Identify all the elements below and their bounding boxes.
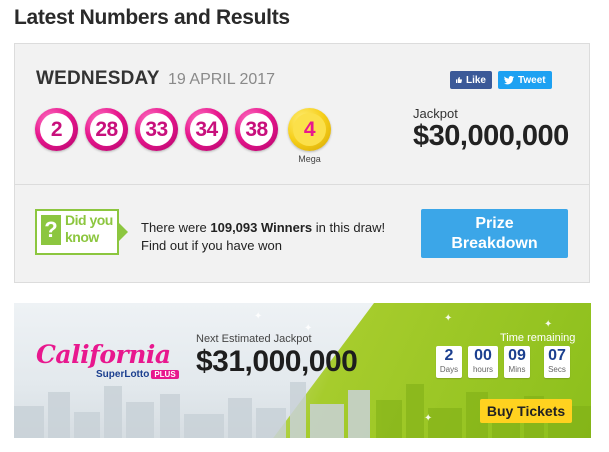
next-jackpot-value: $31,000,000 (196, 345, 358, 378)
california-logo: California (36, 340, 171, 369)
jackpot-label: Jackpot (413, 106, 458, 121)
winners-count: 109,093 Winners (210, 220, 313, 235)
did-you-know-badge: ? Did you know (35, 209, 129, 255)
thumbs-up-icon (456, 77, 462, 83)
countdown-days: 2 Days (436, 346, 462, 378)
superlotto-plus-logo: SuperLotto PLUS (96, 369, 179, 380)
results-card: WEDNESDAY 19 APRIL 2017 Like Tweet 2 28 … (14, 43, 590, 283)
number-ball: 28 (85, 108, 128, 151)
sparkle-icon: ✦ (424, 413, 433, 424)
page-title: Latest Numbers and Results (14, 6, 290, 29)
facebook-like-button[interactable]: Like (450, 71, 492, 89)
twitter-bird-icon (504, 76, 514, 85)
winners-info: There were 109,093 Winners in this draw! (141, 220, 386, 235)
tweet-label: Tweet (518, 74, 546, 86)
number-ball: 2 (35, 108, 78, 151)
divider (15, 184, 589, 185)
buy-tickets-button[interactable]: Buy Tickets (480, 399, 572, 423)
next-draw-banner: ✦ ✦ ✦ ✦ ✦ California SuperLotto PLUS Next… (14, 303, 591, 438)
like-label: Like (465, 74, 486, 86)
number-ball: 38 (235, 108, 278, 151)
question-mark-icon: ? (41, 215, 61, 245)
mega-label: Mega (298, 154, 321, 164)
next-jackpot-label: Next Estimated Jackpot (196, 333, 312, 345)
draw-date: WEDNESDAY 19 APRIL 2017 (36, 68, 275, 90)
did-you-know-text: Did you know (65, 212, 113, 245)
number-ball: 34 (185, 108, 228, 151)
tweet-button[interactable]: Tweet (498, 71, 552, 89)
find-out-text: Find out if you have won (141, 238, 282, 253)
countdown-hours: 00 hours (468, 346, 498, 378)
time-remaining-label: Time remaining (500, 332, 576, 344)
number-ball: 33 (135, 108, 178, 151)
countdown-seconds: 07 Secs (544, 346, 570, 378)
draw-day: WEDNESDAY (36, 68, 160, 89)
sparkle-icon: ✦ (444, 313, 453, 324)
sparkle-icon: ✦ (254, 311, 263, 322)
sparkle-icon: ✦ (544, 319, 553, 330)
countdown-minutes: 09 Mins (504, 346, 530, 378)
mega-ball: 4 (288, 108, 331, 151)
prize-breakdown-button[interactable]: Prize Breakdown (421, 209, 568, 258)
jackpot-value: $30,000,000 (413, 120, 569, 152)
draw-full-date: 19 APRIL 2017 (168, 71, 276, 88)
arrow-icon (119, 223, 128, 241)
